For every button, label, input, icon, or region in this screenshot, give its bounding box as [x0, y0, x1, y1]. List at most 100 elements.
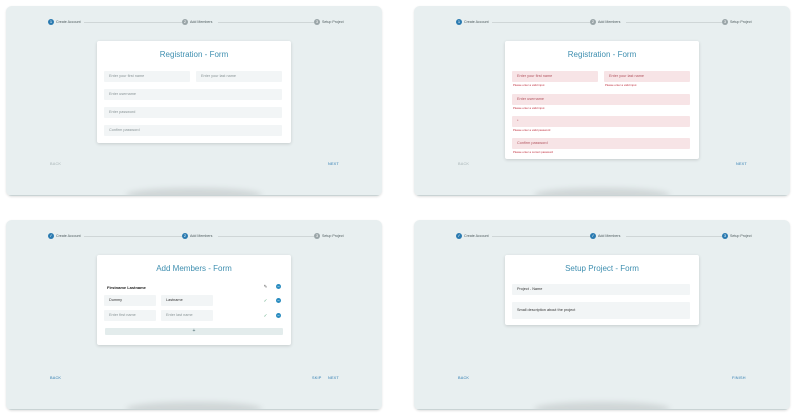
first-name-input[interactable]: Enter your first name [512, 71, 598, 82]
step-setup-project[interactable]: 3 Setup Project [314, 17, 344, 27]
step-2-badge: 2 [182, 233, 188, 239]
step-label: Create Account [56, 234, 81, 238]
next-button[interactable]: NEXT [328, 162, 339, 166]
next-button[interactable]: NEXT [328, 376, 339, 380]
form-title: Setup Project - Form [565, 264, 639, 273]
panel-bottom-edge [6, 409, 382, 410]
stepper-line [218, 22, 314, 23]
stepper: 1 Create Account 2 Add Members 3 Setup P… [456, 17, 752, 27]
member-first-name-input[interactable]: Dummy [104, 295, 156, 306]
member-last-name-input[interactable]: Enter last name [161, 310, 213, 321]
project-name-input[interactable]: Project - Name [512, 284, 690, 295]
step-create-account[interactable]: ✓ Create Account [48, 231, 81, 241]
confirm-password-error: Please enter a correct password [513, 150, 554, 154]
step-label: Create Account [464, 234, 489, 238]
step-3-badge: 3 [722, 233, 728, 239]
stepper-line [626, 22, 722, 23]
add-member-button[interactable]: + [105, 328, 283, 335]
stepper-line [492, 236, 590, 237]
step-add-members[interactable]: 2 Add Members [182, 231, 212, 241]
confirm-password-input[interactable]: Confirm password [104, 125, 282, 136]
members-card: Add Members - Form Firstname Lastname ✎ … [97, 255, 291, 345]
panel-registration: 1 Create Account 2 Add Members 3 Setup P… [6, 6, 382, 196]
remove-member-icon[interactable]: − [276, 284, 281, 289]
panel-add-members: ✓ Create Account 2 Add Members 3 Setup P… [6, 220, 382, 410]
password-input[interactable]: Enter password [104, 107, 282, 118]
registration-card: Registration - Form Enter your first nam… [97, 41, 291, 143]
step-setup-project[interactable]: 3 Setup Project [722, 231, 752, 241]
confirm-check-icon[interactable]: ✓ [263, 313, 268, 318]
step-1-badge: 1 [48, 19, 54, 25]
remove-member-icon[interactable]: − [276, 298, 281, 303]
step-label: Setup Project [730, 234, 752, 238]
last-name-input[interactable]: Enter your last name [196, 71, 282, 82]
next-button[interactable]: NEXT [736, 162, 747, 166]
stepper: 1 Create Account 2 Add Members 3 Setup P… [48, 17, 344, 27]
first-name-error: Please enter a valid input [513, 83, 545, 87]
stepper-line [84, 236, 182, 237]
step-2-badge: 2 [182, 19, 188, 25]
step-label: Add Members [190, 234, 213, 238]
step-2-badge: 2 [590, 19, 596, 25]
step-3-badge: 3 [314, 19, 320, 25]
stepper-line [492, 22, 590, 23]
form-title: Add Members - Form [156, 264, 232, 273]
step-create-account[interactable]: 1 Create Account [48, 17, 81, 27]
form-title: Registration - Form [159, 50, 229, 59]
form-title: Registration - Form [567, 50, 637, 59]
username-input[interactable]: Enter username [512, 94, 690, 105]
username-input[interactable]: Enter username [104, 89, 282, 100]
username-error: Please enter a valid input [513, 106, 545, 110]
stepper: ✓ Create Account ✓ Add Members 3 Setup P… [456, 231, 752, 241]
project-card: Setup Project - Form Project - Name Smal… [505, 255, 699, 325]
step-create-account[interactable]: ✓ Create Account [456, 231, 489, 241]
stepper-line [626, 236, 722, 237]
back-button[interactable]: BACK [458, 376, 469, 380]
step-create-account[interactable]: 1 Create Account [456, 17, 489, 27]
password-error: Please enter a valid password [513, 128, 551, 132]
step-label: Create Account [464, 20, 489, 24]
member-first-name-input[interactable]: Enter first name [104, 310, 156, 321]
step-done-check-icon: ✓ [590, 233, 596, 239]
panel-bottom-edge [6, 195, 382, 196]
stepper: ✓ Create Account 2 Add Members 3 Setup P… [48, 231, 344, 241]
step-label: Create Account [56, 20, 81, 24]
step-add-members[interactable]: ✓ Add Members [590, 231, 620, 241]
registration-card: Registration - Form Enter your first nam… [505, 41, 699, 159]
step-done-check-icon: ✓ [456, 233, 462, 239]
panel-setup-project: ✓ Create Account ✓ Add Members 3 Setup P… [414, 220, 790, 410]
step-setup-project[interactable]: 3 Setup Project [314, 231, 344, 241]
last-name-input[interactable]: Enter your last name [604, 71, 690, 82]
first-name-input[interactable]: Enter your first name [104, 71, 190, 82]
step-label: Add Members [190, 20, 213, 24]
member-last-name-input[interactable]: Lastname [161, 295, 213, 306]
edit-pencil-icon[interactable]: ✎ [263, 284, 268, 289]
step-setup-project[interactable]: 3 Setup Project [722, 17, 752, 27]
confirm-check-icon[interactable]: ✓ [263, 298, 268, 303]
stepper-line [84, 22, 182, 23]
confirm-password-input[interactable]: Confirm password [512, 138, 690, 149]
project-description-input[interactable]: Small description about the project [512, 302, 690, 319]
step-done-check-icon: ✓ [48, 233, 54, 239]
finish-button[interactable]: FINISH [732, 376, 746, 380]
back-button[interactable]: BACK [50, 162, 61, 166]
panel-bottom-edge [414, 195, 790, 196]
step-1-badge: 1 [456, 19, 462, 25]
step-add-members[interactable]: 2 Add Members [590, 17, 620, 27]
back-button[interactable]: BACK [50, 376, 61, 380]
skip-button[interactable]: SKIP [312, 376, 321, 380]
step-3-badge: 3 [314, 233, 320, 239]
step-label: Add Members [598, 234, 621, 238]
step-label: Add Members [598, 20, 621, 24]
remove-member-icon[interactable]: − [276, 313, 281, 318]
back-button[interactable]: BACK [458, 162, 469, 166]
step-label: Setup Project [730, 20, 752, 24]
stepper-line [218, 236, 314, 237]
member-name: Firstname Lastname [107, 285, 146, 290]
step-add-members[interactable]: 2 Add Members [182, 17, 212, 27]
password-input[interactable]: * [512, 116, 690, 127]
panel-registration-errors: 1 Create Account 2 Add Members 3 Setup P… [414, 6, 790, 196]
step-label: Setup Project [322, 20, 344, 24]
last-name-error: Please enter a valid input [605, 83, 637, 87]
panel-bottom-edge [414, 409, 790, 410]
